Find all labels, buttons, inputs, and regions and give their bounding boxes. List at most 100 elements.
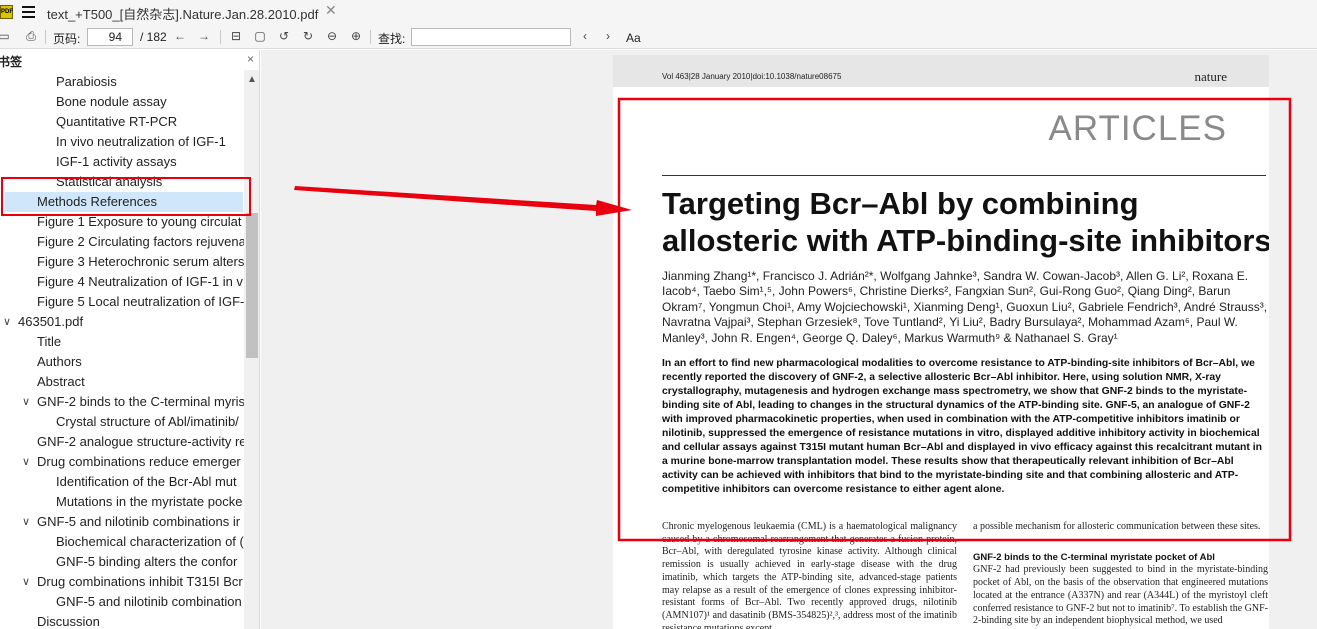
expand-chevron-icon[interactable]: ∨ xyxy=(3,312,11,332)
pdf-page: Vol 463|28 January 2010|doi:10.1038/natu… xyxy=(613,55,1269,629)
bookmark-item[interactable]: GNF-5 binding alters the confor xyxy=(0,552,244,572)
bookmark-label: Title xyxy=(37,334,62,349)
bookmark-item[interactable]: Mutations in the myristate pocke xyxy=(0,492,244,512)
find-prev-icon[interactable]: ‹ xyxy=(578,29,592,43)
prev-page-icon[interactable]: ← xyxy=(173,29,187,43)
bookmark-item[interactable]: Authors xyxy=(0,352,244,372)
rotate-right-icon[interactable]: ↻ xyxy=(301,29,315,43)
bookmark-label: Identification of the Bcr-Abl mut xyxy=(56,474,237,489)
fit-width-icon[interactable]: ▢ xyxy=(253,29,267,43)
scroll-up-icon[interactable]: ▲ xyxy=(247,74,257,85)
bookmark-item[interactable]: In vivo neutralization of IGF-1 xyxy=(0,132,244,152)
bookmark-item[interactable]: Bone nodule assay xyxy=(0,92,244,112)
bookmark-label: GNF-2 binds to the C-terminal myris xyxy=(37,394,244,409)
fit-page-icon[interactable]: ⊟ xyxy=(229,29,243,43)
bookmark-label: In vivo neutralization of IGF-1 xyxy=(56,134,226,149)
bookmark-item[interactable]: Figure 1 Exposure to young circulat xyxy=(0,212,244,232)
bookmark-label: Figure 1 Exposure to young circulat xyxy=(37,214,242,229)
bookmarks-sidebar: 书签 × Parabiosis Bone nodule assay Quantita… xyxy=(0,50,260,629)
app-logo-icon: PDF xyxy=(0,5,13,19)
bookmark-item[interactable]: IGF-1 activity assays xyxy=(0,152,244,172)
zoom-out-icon[interactable]: ⊖ xyxy=(325,29,339,43)
bookmark-item[interactable]: Drug combinations inhibit T315I Bcr ∨ xyxy=(0,572,244,592)
bookmark-item[interactable]: GNF-5 and nilotinib combinations ir ∨ xyxy=(0,512,244,532)
bookmark-item[interactable]: GNF-2 analogue structure-activity re xyxy=(0,432,244,452)
bookmark-item[interactable]: Discussion xyxy=(0,612,244,629)
bookmark-item[interactable]: GNF-5 and nilotinib combination xyxy=(0,592,244,612)
print-icon[interactable]: ▭ xyxy=(0,29,11,43)
abstract-text: In an effort to find new pharmacological… xyxy=(662,358,1262,495)
bookmark-label: Quantitative RT-PCR xyxy=(56,114,178,129)
bookmark-tree: Parabiosis Bone nodule assay Quantitative … xyxy=(0,70,244,629)
bookmark-label: Authors xyxy=(37,354,82,369)
bookmark-item[interactable]: Parabiosis xyxy=(0,72,244,92)
section-heading: GNF-2 binds to the C-terminal myristate … xyxy=(973,551,1215,563)
scrollbar-thumb[interactable] xyxy=(246,213,258,358)
bookmark-label: Parabiosis xyxy=(56,74,117,89)
bookmark-label: GNF-2 analogue structure-activity re xyxy=(37,434,244,449)
expand-chevron-icon[interactable]: ∨ xyxy=(22,572,30,592)
bookmark-label: Abstract xyxy=(37,374,85,389)
bookmark-label: 463501.pdf xyxy=(18,314,84,329)
expand-chevron-icon[interactable]: ∨ xyxy=(22,392,30,412)
bookmark-item[interactable]: Figure 4 Neutralization of IGF-1 in v xyxy=(0,272,244,292)
journal-name: nature xyxy=(1194,69,1227,84)
match-case-icon[interactable]: Aa xyxy=(626,31,641,45)
printer-icon[interactable]: ⎙ xyxy=(24,29,38,43)
total-pages: / 182 xyxy=(140,30,167,44)
bookmark-item[interactable]: Quantitative RT-PCR xyxy=(0,112,244,132)
title-rule xyxy=(662,175,1266,176)
bookmark-label: Methods References xyxy=(37,194,157,209)
bookmark-item[interactable]: Abstract xyxy=(0,372,244,392)
bookmark-item[interactable]: Title xyxy=(0,332,244,352)
bookmark-item[interactable]: Methods References xyxy=(5,192,243,212)
bookmark-label: Figure 5 Local neutralization of IGF- xyxy=(37,294,244,309)
toolbar-separator xyxy=(370,30,371,44)
author-list: Jianming Zhang¹*, Francisco J. Adrián²*,… xyxy=(662,269,1268,345)
bookmark-label: Biochemical characterization of ( xyxy=(56,534,244,549)
find-input[interactable] xyxy=(411,28,571,46)
bookmark-label: Crystal structure of Abl/imatinib/ xyxy=(56,414,239,429)
bookmark-item[interactable]: Statistical analysis xyxy=(0,172,244,192)
bookmark-label: GNF-5 and nilotinib combinations ir xyxy=(37,514,241,529)
sidebar-close-icon[interactable]: × xyxy=(247,52,254,66)
next-page-icon[interactable]: → xyxy=(197,29,211,43)
bookmark-item[interactable]: 463501.pdf ∨ xyxy=(0,312,244,332)
body-text: a possible mechanism for allosteric comm… xyxy=(973,521,1261,532)
bookmark-item[interactable]: Identification of the Bcr-Abl mut xyxy=(0,472,244,492)
bookmark-item[interactable]: Figure 3 Heterochronic serum alters xyxy=(0,252,244,272)
page-header: Vol 463|28 January 2010|doi:10.1038/natu… xyxy=(613,55,1269,87)
sidebar-title: 书签 xyxy=(0,55,23,69)
bookmark-label: GNF-5 and nilotinib combination xyxy=(56,594,242,609)
sidebar-header: 书签 × xyxy=(0,50,259,70)
bookmark-label: Drug combinations inhibit T315I Bcr xyxy=(37,574,243,589)
title-bar: PDF text_+T500_[自然杂志].Nature.Jan.28.2010… xyxy=(0,0,1317,25)
bookmark-item[interactable]: Crystal structure of Abl/imatinib/ xyxy=(0,412,244,432)
hamburger-menu-icon[interactable] xyxy=(22,6,35,18)
bookmark-item[interactable]: Figure 5 Local neutralization of IGF- xyxy=(0,292,244,312)
bookmark-label: GNF-5 binding alters the confor xyxy=(56,554,238,569)
bookmark-item[interactable]: GNF-2 binds to the C-terminal myris ∨ xyxy=(0,392,244,412)
rotate-left-icon[interactable]: ↺ xyxy=(277,29,291,43)
document-tab-title[interactable]: text_+T500_[自然杂志].Nature.Jan.28.2010.pdf xyxy=(47,4,318,23)
page-number-input[interactable]: 94 xyxy=(87,28,133,46)
bookmark-label: Figure 2 Circulating factors rejuvena xyxy=(37,234,244,249)
body-text: GNF-2 had previously been suggested to b… xyxy=(973,564,1268,627)
close-tab-icon[interactable]: ✕ xyxy=(325,2,337,19)
page-label: 页码: xyxy=(53,32,81,46)
sidebar-scrollbar[interactable]: ▲ xyxy=(244,70,259,629)
bookmark-item[interactable]: Drug combinations reduce emerger ∨ xyxy=(0,452,244,472)
section-label: ARTICLES xyxy=(1048,109,1227,148)
document-viewer[interactable]: Vol 463|28 January 2010|doi:10.1038/natu… xyxy=(261,50,1317,629)
journal-volume-line: Vol 463|28 January 2010|doi:10.1038/natu… xyxy=(662,72,842,81)
bookmark-label: Figure 4 Neutralization of IGF-1 in v xyxy=(37,274,243,289)
zoom-in-icon[interactable]: ⊕ xyxy=(349,29,363,43)
bookmark-label: IGF-1 activity assays xyxy=(56,154,177,169)
body-column-right: a possible mechanism for allosteric comm… xyxy=(973,521,1268,628)
bookmark-label: Statistical analysis xyxy=(56,174,163,189)
bookmark-item[interactable]: Figure 2 Circulating factors rejuvena xyxy=(0,232,244,252)
bookmark-item[interactable]: Biochemical characterization of ( xyxy=(0,532,244,552)
expand-chevron-icon[interactable]: ∨ xyxy=(22,452,30,472)
find-next-icon[interactable]: › xyxy=(601,29,615,43)
expand-chevron-icon[interactable]: ∨ xyxy=(22,512,30,532)
